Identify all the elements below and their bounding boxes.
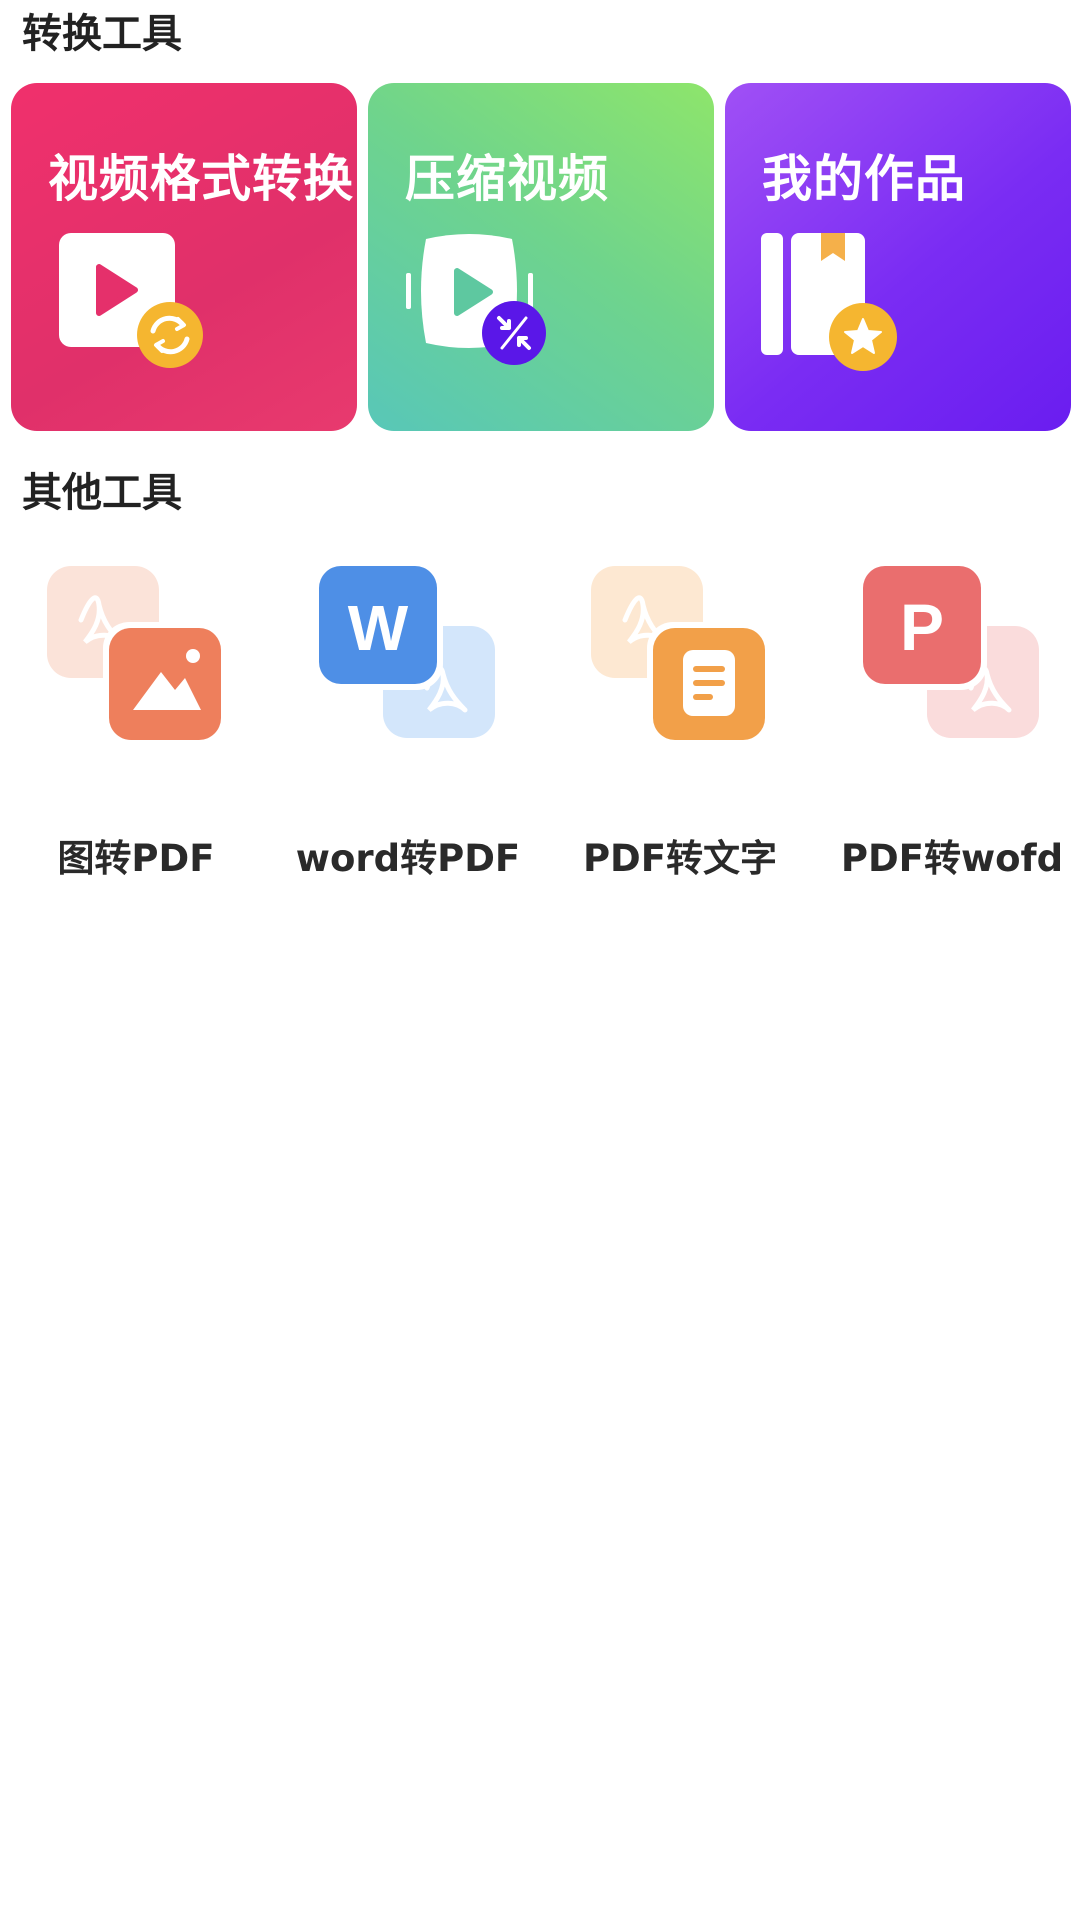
image-to-pdf-tool[interactable]: 图转PDF [0, 560, 272, 880]
svg-text:W: W [348, 592, 409, 664]
tool-label: PDF转文字 [582, 837, 778, 880]
tool-label: PDF转wofd [840, 837, 1064, 880]
tool-label: word转PDF [295, 837, 521, 880]
image-to-pdf-icon [47, 566, 227, 746]
tool-label: 图转PDF [57, 837, 215, 880]
pdf-to-ofd-tool[interactable]: P PDF转wofd [816, 560, 1080, 880]
video-convert-icon [59, 233, 203, 368]
pdf-to-ofd-icon: P [857, 560, 1039, 738]
word-to-pdf-icon: W [313, 560, 495, 738]
word-to-pdf-tool[interactable]: W word转PDF [272, 560, 544, 880]
video-format-convert-card[interactable]: 视频格式转换 [11, 83, 357, 431]
pdf-to-text-tool[interactable]: PDF转文字 [544, 560, 816, 880]
card-label: 视频格式转换 [48, 150, 354, 208]
svg-text:P: P [900, 590, 944, 664]
video-compress-icon [406, 234, 546, 365]
my-works-icon [761, 233, 897, 371]
compress-video-card[interactable]: 压缩视频 [368, 83, 714, 431]
my-works-card[interactable]: 我的作品 [725, 83, 1071, 431]
convert-tools-title: 转换工具 [22, 11, 182, 57]
pdf-to-text-icon [591, 566, 771, 746]
other-tools-title: 其他工具 [22, 470, 182, 516]
card-label: 压缩视频 [405, 150, 609, 208]
card-label: 我的作品 [762, 150, 966, 208]
